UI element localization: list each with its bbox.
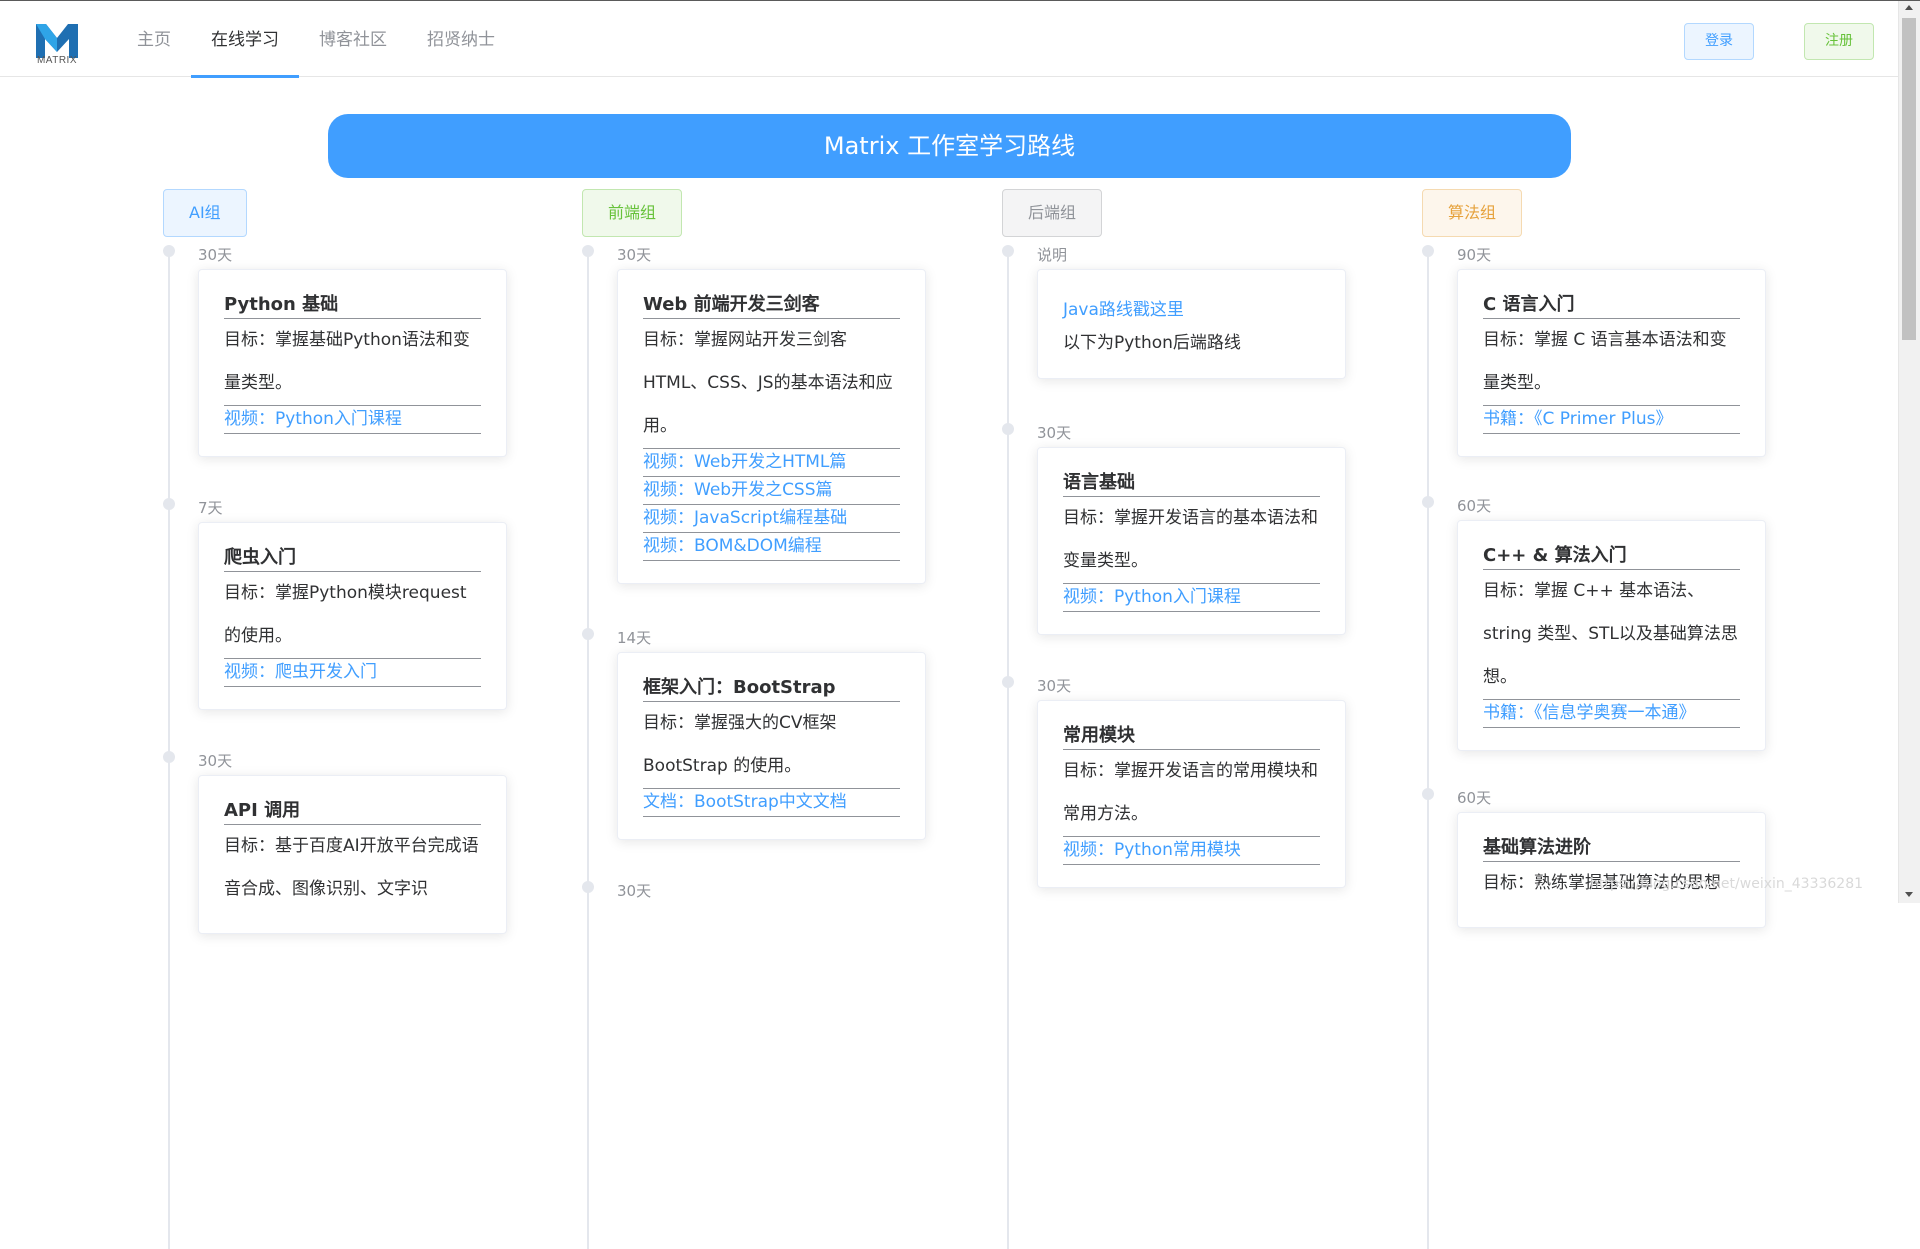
column-backend: 后端组 说明 Java路线戳这里 以下为Python后端路线 30天 语言基础 … — [1002, 189, 1402, 1249]
card-resource-link[interactable]: 视频：JavaScript编程基础 — [643, 505, 900, 533]
course-card: 基础算法进阶 目标：熟练掌握基础算法的思想 — [1457, 812, 1766, 928]
course-card: API 调用 目标：基于百度AI开放平台完成语音合成、图像识别、文字识 — [198, 775, 507, 934]
group-tag-algorithm: 算法组 — [1422, 189, 1523, 237]
card-goal: 目标：基于百度AI开放平台完成语音合成、图像识别、文字识 — [224, 836, 479, 899]
timeline-line — [1427, 249, 1429, 1249]
scrollbar-thumb[interactable] — [1902, 18, 1916, 340]
course-card: C 语言入门 目标：掌握 C 语言基本语法和变量类型。 书籍：《C Primer… — [1457, 269, 1766, 457]
card-resource-link[interactable]: 视频：Python常用模块 — [1063, 837, 1320, 865]
timeline-duration: 30天 — [1037, 677, 1072, 695]
course-card: 语言基础 目标：掌握开发语言的基本语法和变量类型。 视频：Python入门课程 — [1037, 447, 1346, 635]
scroll-up-arrow-icon[interactable] — [1905, 5, 1913, 10]
card-title: API 调用 — [224, 800, 481, 825]
timeline-duration: 30天 — [1037, 424, 1072, 442]
java-route-link[interactable]: Java路线戳这里 — [1063, 294, 1320, 326]
logo-text: MATRIX — [36, 55, 78, 66]
timeline-duration: 60天 — [1457, 789, 1492, 807]
card-title: 基础算法进阶 — [1483, 837, 1740, 862]
timeline-duration: 14天 — [617, 629, 652, 647]
nav-item-online-learning[interactable]: 在线学习 — [191, 1, 299, 78]
register-button[interactable]: 注册 — [1804, 23, 1874, 60]
card-resource-link[interactable]: 文档：BootStrap中文文档 — [643, 789, 900, 817]
timeline-duration: 30天 — [198, 246, 233, 264]
timeline-duration: 60天 — [1457, 497, 1492, 515]
card-resource-link[interactable]: 视频：Web开发之HTML篇 — [643, 449, 900, 477]
course-card: Web 前端开发三剑客 目标：掌握网站开发三剑客HTML、CSS、JS的基本语法… — [617, 269, 926, 584]
scroll-down-arrow-icon[interactable] — [1905, 892, 1913, 897]
timeline-dot — [582, 628, 594, 640]
card-title: 常用模块 — [1063, 725, 1320, 750]
card-goal: 目标：掌握强大的CV框架BootStrap 的使用。 — [643, 702, 900, 789]
column-frontend: 前端组 30天 Web 前端开发三剑客 目标：掌握网站开发三剑客HTML、CSS… — [582, 189, 982, 1249]
card-goal: 目标：掌握基础Python语法和变量类型。 — [224, 319, 481, 406]
timeline-dot — [1422, 245, 1434, 257]
site-header: MATRIX 主页 在线学习 博客社区 招贤纳士 登录 注册 — [0, 1, 1898, 78]
timeline-dot — [1002, 676, 1014, 688]
timeline-dot — [582, 881, 594, 893]
timeline-dot — [163, 751, 175, 763]
card-goal: 目标：掌握 C 语言基本语法和变量类型。 — [1483, 319, 1740, 406]
card-title: 框架入门：BootStrap — [643, 677, 900, 702]
group-tag-frontend: 前端组 — [582, 189, 683, 237]
timeline-duration: 90天 — [1457, 246, 1492, 264]
timeline-line — [1007, 249, 1009, 1249]
timeline-duration: 30天 — [198, 752, 233, 770]
nav-item-recruit[interactable]: 招贤纳士 — [407, 1, 515, 77]
course-card: 爬虫入门 目标：掌握Python模块request的使用。 视频：爬虫开发入门 — [198, 522, 507, 710]
main-nav: 主页 在线学习 博客社区 招贤纳士 — [117, 1, 515, 78]
timeline-dot — [163, 498, 175, 510]
page-banner: Matrix 工作室学习路线 — [328, 114, 1571, 178]
card-goal: 目标：掌握开发语言的常用模块和常用方法。 — [1063, 750, 1320, 837]
timeline-dot — [1002, 423, 1014, 435]
info-card: Java路线戳这里 以下为Python后端路线 — [1037, 269, 1346, 379]
card-goal: 目标：掌握 C++ 基本语法、string 类型、STL以及基础算法思想。 — [1483, 570, 1740, 700]
csdn-watermark: https://blog.csdn.net/weixin_43336281 — [1590, 876, 1864, 892]
timeline-dot — [163, 245, 175, 257]
card-title: C++ & 算法入门 — [1483, 545, 1740, 570]
course-card: Python 基础 目标：掌握基础Python语法和变量类型。 视频：Pytho… — [198, 269, 507, 457]
card-title: 语言基础 — [1063, 472, 1320, 497]
card-resource-link[interactable]: 视频：爬虫开发入门 — [224, 659, 481, 687]
timeline-dot — [1002, 245, 1014, 257]
card-resource-link[interactable]: 视频：Web开发之CSS篇 — [643, 477, 900, 505]
column-ai: AI组 30天 Python 基础 目标：掌握基础Python语法和变量类型。 … — [163, 189, 563, 1249]
card-resource-link[interactable]: 视频：Python入门课程 — [224, 406, 481, 434]
group-tag-ai: AI组 — [163, 189, 247, 237]
card-goal: 目标：掌握Python模块request的使用。 — [224, 572, 481, 659]
card-resource-link[interactable]: 书籍：《信息学奥赛一本通》 — [1483, 700, 1740, 728]
card-goal: 目标：掌握开发语言的基本语法和变量类型。 — [1063, 497, 1320, 584]
card-resource-link[interactable]: 视频：Python入门课程 — [1063, 584, 1320, 612]
card-title: Web 前端开发三剑客 — [643, 294, 900, 319]
card-resource-link[interactable]: 书籍：《C Primer Plus》 — [1483, 406, 1740, 434]
timeline-duration: 30天 — [617, 882, 652, 900]
course-card: 常用模块 目标：掌握开发语言的常用模块和常用方法。 视频：Python常用模块 — [1037, 700, 1346, 888]
column-algorithm: 算法组 90天 C 语言入门 目标：掌握 C 语言基本语法和变量类型。 书籍：《… — [1422, 189, 1822, 1249]
timeline-duration: 7天 — [198, 499, 223, 517]
login-button[interactable]: 登录 — [1684, 23, 1754, 60]
timeline-dot — [582, 245, 594, 257]
card-goal: 目标：掌握网站开发三剑客HTML、CSS、JS的基本语法和应用。 — [643, 319, 900, 449]
nav-item-home[interactable]: 主页 — [117, 1, 191, 77]
timeline-line — [587, 249, 589, 1249]
timeline-dot — [1422, 788, 1434, 800]
group-tag-backend: 后端组 — [1002, 189, 1103, 237]
route-note: 以下为Python后端路线 — [1063, 333, 1241, 353]
card-title: 爬虫入门 — [224, 547, 481, 572]
nav-item-blog[interactable]: 博客社区 — [299, 1, 407, 77]
timeline-duration: 30天 — [617, 246, 652, 264]
timeline-dot — [1422, 496, 1434, 508]
card-title: Python 基础 — [224, 294, 481, 319]
timeline-line — [168, 249, 170, 1249]
course-card: C++ & 算法入门 目标：掌握 C++ 基本语法、string 类型、STL以… — [1457, 520, 1766, 751]
timeline-label: 说明 — [1037, 246, 1068, 264]
course-card: 框架入门：BootStrap 目标：掌握强大的CV框架BootStrap 的使用… — [617, 652, 926, 840]
card-resource-link[interactable]: 视频：BOM&DOM编程 — [643, 533, 900, 561]
card-title: C 语言入门 — [1483, 294, 1740, 319]
